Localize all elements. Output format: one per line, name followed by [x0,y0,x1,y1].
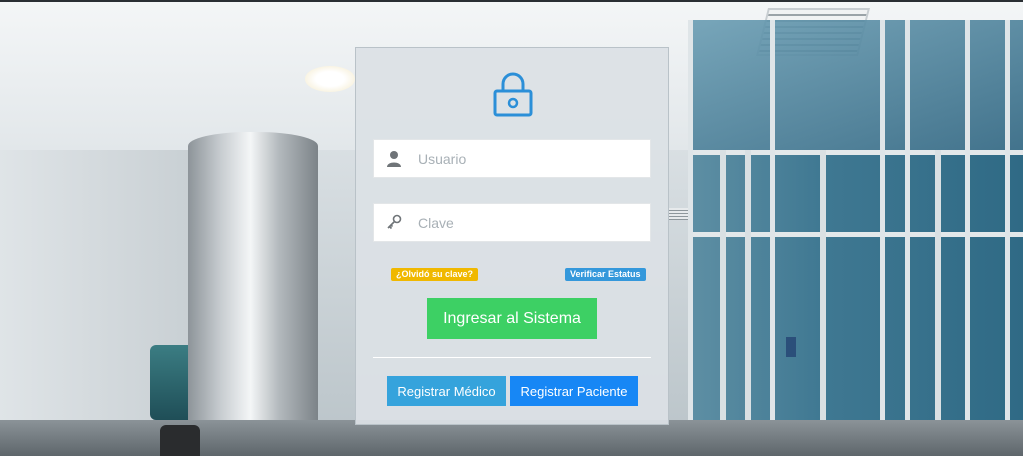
username-field[interactable] [373,139,651,178]
window-mullion [720,150,726,456]
password-field[interactable] [373,203,651,242]
register-doctor-button[interactable]: Registrar Médico [387,376,506,406]
forgot-password-link[interactable]: ¿Olvidó su clave? [391,268,479,281]
window-frame [690,232,1023,237]
password-input[interactable] [418,204,646,241]
login-submit-button[interactable]: Ingresar al Sistema [427,298,597,339]
window-frame [688,20,693,456]
verify-status-link[interactable]: Verificar Estatus [565,268,646,281]
login-panel: ¿Olvidó su clave? Verificar Estatus Ingr… [355,47,669,425]
window-frame [770,20,775,456]
pillar [188,132,318,456]
window-mullion [820,150,826,456]
key-icon [387,214,402,230]
window-frame [905,20,910,456]
window-frame [880,20,885,456]
username-input[interactable] [418,140,646,177]
window-top-edge [0,0,1023,2]
lock-icon [493,72,533,117]
window-mullion [935,150,941,456]
window-frame [690,150,1023,155]
ceiling-light [305,66,355,92]
glass-wall-upper [690,20,1023,160]
glass-wall [690,150,1023,456]
register-patient-button[interactable]: Registrar Paciente [510,376,638,406]
floor [0,420,1023,456]
user-icon [387,151,401,167]
wall-sign [786,337,796,357]
divider [373,357,651,358]
window-frame [1005,20,1010,456]
window-frame [965,20,970,456]
chair [160,425,200,456]
window-mullion [745,150,751,456]
